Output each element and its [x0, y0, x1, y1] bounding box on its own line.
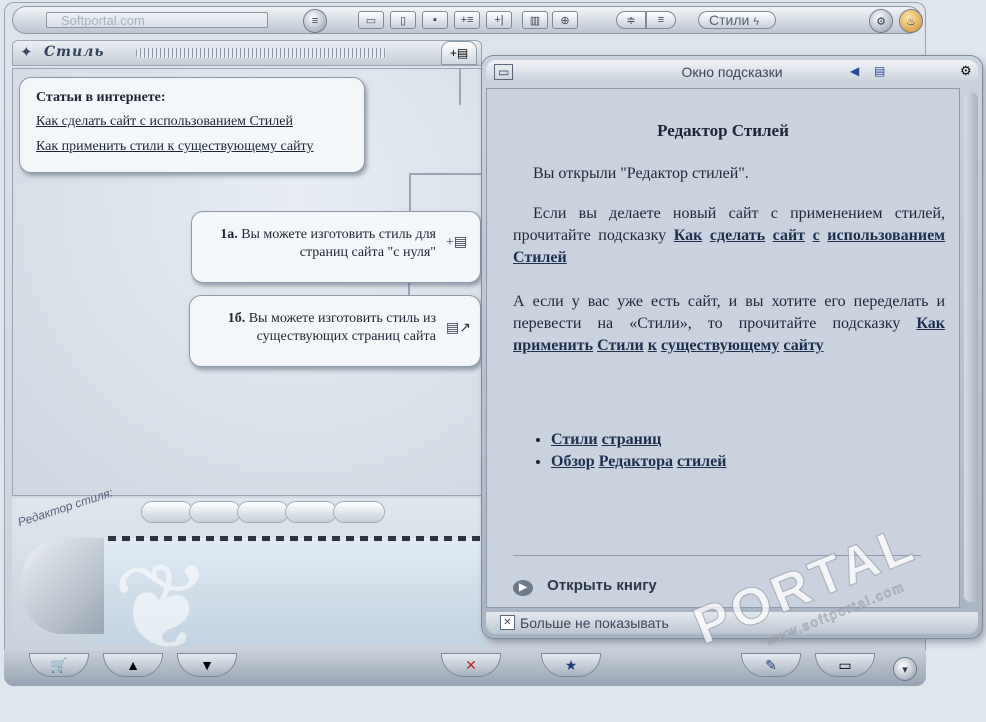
- option-desc-new: Вы можете изготовить стиль для страниц с…: [241, 227, 436, 260]
- hint-link[interactable]: сайту: [783, 337, 823, 354]
- hint-bullet: Стили страниц: [551, 429, 726, 451]
- dont-show-label: Больше не показывать: [520, 615, 669, 631]
- ribbed-strip: [136, 48, 386, 58]
- article-link-create-site[interactable]: Как сделать сайт с использованием Стилей: [36, 114, 293, 130]
- hint-link[interactable]: Обзор: [551, 453, 595, 470]
- hint-bullet-list: Стили страниц Обзор Редактора стилей: [511, 429, 726, 473]
- open-book-button[interactable]: ▶ Открыть книгу: [513, 577, 657, 596]
- hint-paragraph-3: А если у вас уже есть сайт, и вы хотите …: [513, 291, 945, 357]
- settings-icon[interactable]: ⚙: [870, 10, 892, 32]
- top-toolbar: Softportal.com ≡ ▭ ▯ ▪ +≡ +| ▥ ⊕ ≑ ≡ Сти…: [12, 6, 922, 34]
- editor-slot[interactable]: [190, 502, 240, 522]
- option-card-new[interactable]: 1а. Вы можете изготовить стиль для стран…: [191, 211, 481, 283]
- editor-slot[interactable]: [286, 502, 336, 522]
- play-icon: ▶: [513, 580, 533, 596]
- articles-heading: Статьи в интернете:: [36, 90, 166, 105]
- flame-icon[interactable]: ♨: [900, 10, 922, 32]
- articles-card: Статьи в интернете: Как сделать сайт с и…: [19, 77, 365, 173]
- editor-area[interactable]: ❦: [92, 538, 486, 668]
- hint-scrollbar[interactable]: [964, 92, 978, 602]
- add-row-icon[interactable]: +≡: [454, 11, 480, 29]
- hint-link[interactable]: Редактора: [599, 453, 673, 470]
- settings-icon[interactable]: ⚙: [960, 63, 972, 79]
- connector-line: [409, 173, 485, 175]
- editor-dial: [20, 538, 104, 634]
- hint-paragraph-3-text: А если у вас уже есть сайт, и вы хотите …: [513, 293, 945, 332]
- editor-slot[interactable]: [334, 502, 384, 522]
- chart-icon[interactable]: ▥: [522, 11, 548, 29]
- import-page-icon: ▤↗: [446, 321, 471, 336]
- monitor-icon[interactable]: ▭: [358, 11, 384, 29]
- hint-titlebar: ▭ Окно подсказки ◀ ▤ ⚙: [486, 60, 978, 84]
- list-icon[interactable]: ▤: [874, 64, 885, 78]
- star-icon[interactable]: ★: [542, 654, 600, 676]
- add-column-icon[interactable]: +|: [486, 11, 512, 29]
- style-canvas: Статьи в интернете: Как сделать сайт с и…: [12, 68, 486, 496]
- list-icon[interactable]: ≡: [646, 11, 676, 29]
- hint-link[interactable]: Как: [674, 227, 703, 244]
- hint-link[interactable]: стилей: [677, 453, 726, 470]
- new-page-icon: +▤: [446, 235, 468, 250]
- style-button-label: Стили: [709, 12, 750, 28]
- style-button[interactable]: Стили ϟ: [698, 11, 776, 29]
- style-logo-icon: ✦: [20, 44, 33, 61]
- back-icon[interactable]: ◀: [850, 64, 859, 78]
- editor-slot[interactable]: [142, 502, 192, 522]
- save-icon[interactable]: ▪: [422, 11, 448, 29]
- option-num-existing: 1б.: [227, 311, 246, 326]
- hint-link[interactable]: существующему: [661, 337, 779, 354]
- hint-link[interactable]: к: [648, 337, 657, 354]
- hint-title: Окно подсказки: [681, 64, 783, 80]
- hint-link[interactable]: с: [813, 227, 820, 244]
- target-icon[interactable]: ⊕: [552, 11, 578, 29]
- hint-link[interactable]: Стили: [597, 337, 644, 354]
- hint-paragraph-2: Если вы делаете новый сайт с применением…: [513, 203, 945, 269]
- address-field[interactable]: Softportal.com: [46, 12, 268, 28]
- menu-icon[interactable]: ≡: [304, 10, 326, 32]
- arrow-up-icon[interactable]: ▲: [104, 654, 162, 676]
- dont-show-checkbox[interactable]: ✕: [500, 615, 515, 630]
- hint-link[interactable]: страниц: [602, 431, 662, 448]
- article-link-apply-styles[interactable]: Как применить стили к существующему сайт…: [36, 139, 314, 155]
- hint-link[interactable]: Стилей: [513, 249, 567, 266]
- delete-icon[interactable]: ✕: [442, 654, 500, 676]
- option-text-existing: 1б. Вы можете изготовить стиль из сущест…: [200, 310, 436, 346]
- align-icon[interactable]: ≑: [616, 11, 646, 29]
- option-num-new: 1а.: [220, 227, 238, 242]
- open-book-label: Открыть книгу: [547, 577, 657, 594]
- option-desc-existing: Вы можете изготовить стиль из существующ…: [248, 311, 436, 344]
- hint-link[interactable]: Стили: [551, 431, 598, 448]
- hint-link[interactable]: сделать: [710, 227, 765, 244]
- dashed-divider: [108, 536, 486, 541]
- style-title: Стиль: [44, 44, 105, 60]
- arrow-down-icon[interactable]: ▼: [178, 654, 236, 676]
- connector-line: [409, 173, 411, 211]
- hint-paragraph-1: Вы открыли "Редактор стилей".: [533, 165, 749, 182]
- hint-link[interactable]: применить: [513, 337, 593, 354]
- scroll-down-icon[interactable]: ▾: [894, 658, 916, 680]
- style-header: ✦ Стиль +▤: [12, 40, 482, 66]
- hint-link[interactable]: Как: [916, 315, 945, 332]
- hint-link[interactable]: сайт: [773, 227, 805, 244]
- page-icon[interactable]: ▯: [390, 11, 416, 29]
- connector-line: [459, 69, 461, 105]
- hint-heading: Редактор Стилей: [657, 121, 789, 140]
- option-text-new: 1а. Вы можете изготовить стиль для стран…: [206, 226, 436, 262]
- hint-bullet: Обзор Редактора стилей: [551, 451, 726, 473]
- editor-slot[interactable]: [238, 502, 288, 522]
- bolt-icon: ϟ: [753, 16, 760, 28]
- option-card-existing[interactable]: 1б. Вы можете изготовить стиль из сущест…: [189, 295, 481, 367]
- cart-icon[interactable]: 🛒: [30, 654, 88, 676]
- hint-link[interactable]: использованием: [827, 227, 945, 244]
- new-style-tab-icon[interactable]: +▤: [442, 42, 476, 64]
- style-editor-panel: Редактор стиля: ❦: [12, 485, 486, 668]
